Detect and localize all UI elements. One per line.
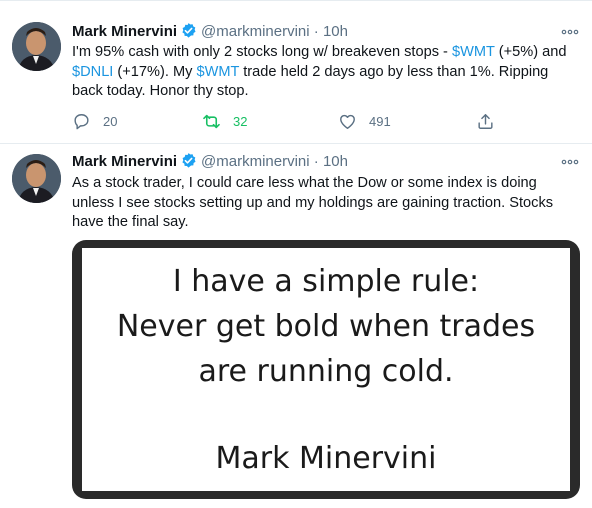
share-icon — [478, 113, 493, 129]
reply-icon — [74, 113, 89, 129]
share-button[interactable] — [476, 109, 495, 133]
timestamp[interactable]: 10h — [323, 153, 348, 170]
cashtag-link[interactable]: $WMT — [197, 64, 240, 80]
avatar[interactable] — [12, 154, 61, 203]
separator-dot: · — [313, 153, 319, 170]
author-handle[interactable]: @markminervini — [201, 23, 310, 40]
cashtag-link[interactable]: $WMT — [452, 44, 495, 60]
tweet-image[interactable]: I have a simple rule: Never get bold whe… — [72, 240, 580, 499]
tweet-header: Mark Minervini @markminervini · 10h — [72, 152, 580, 172]
text-segment: I'm 95% cash with only 2 stocks long w/ … — [72, 44, 452, 60]
tweet[interactable]: Mark Minervini @markminervini · 10h I'm 9… — [0, 0, 592, 144]
text-segment: (+5%) and — [494, 44, 567, 60]
tweet-text: I'm 95% cash with only 2 stocks long w/ … — [72, 43, 582, 102]
profile-photo-icon — [12, 154, 61, 203]
profile-photo-icon — [12, 22, 61, 71]
like-button[interactable]: 491 — [338, 109, 391, 133]
tweet-text: As a stock trader, I could care less wha… — [72, 175, 554, 230]
reply-count: 20 — [103, 113, 118, 129]
like-icon — [340, 114, 355, 129]
verified-badge-icon — [182, 23, 196, 38]
author-handle[interactable]: @markminervini — [201, 153, 310, 170]
quote-line: are running cold. — [198, 354, 454, 389]
more-icon[interactable] — [560, 22, 580, 42]
retweet-count: 32 — [233, 113, 248, 129]
more-icon[interactable] — [560, 152, 580, 172]
quote-author: Mark Minervini — [215, 441, 437, 476]
quote-line: Never get bold when trades — [116, 309, 536, 344]
retweet-button[interactable]: 32 — [202, 109, 247, 133]
avatar[interactable] — [12, 22, 61, 71]
separator-dot: · — [313, 23, 319, 40]
timestamp[interactable]: 10h — [323, 23, 348, 40]
reply-button[interactable]: 20 — [72, 109, 117, 133]
retweet-icon — [203, 114, 220, 128]
quote-line: I have a simple rule: — [172, 264, 480, 299]
text-segment: (+17%). My — [113, 63, 197, 80]
quote-image-canvas: I have a simple rule: Never get bold whe… — [82, 248, 570, 491]
author-name[interactable]: Mark Minervini — [72, 153, 177, 170]
verified-badge-icon — [182, 153, 196, 168]
like-count: 491 — [369, 113, 391, 129]
tweet-header: Mark Minervini @markminervini · 10h — [72, 22, 580, 42]
tweet[interactable]: Mark Minervini @markminervini · 10h As a … — [0, 144, 592, 508]
author-name[interactable]: Mark Minervini — [72, 23, 177, 40]
cashtag-link[interactable]: $DNLI — [72, 64, 113, 80]
tweet-actions: 20 32 491 — [72, 109, 512, 133]
